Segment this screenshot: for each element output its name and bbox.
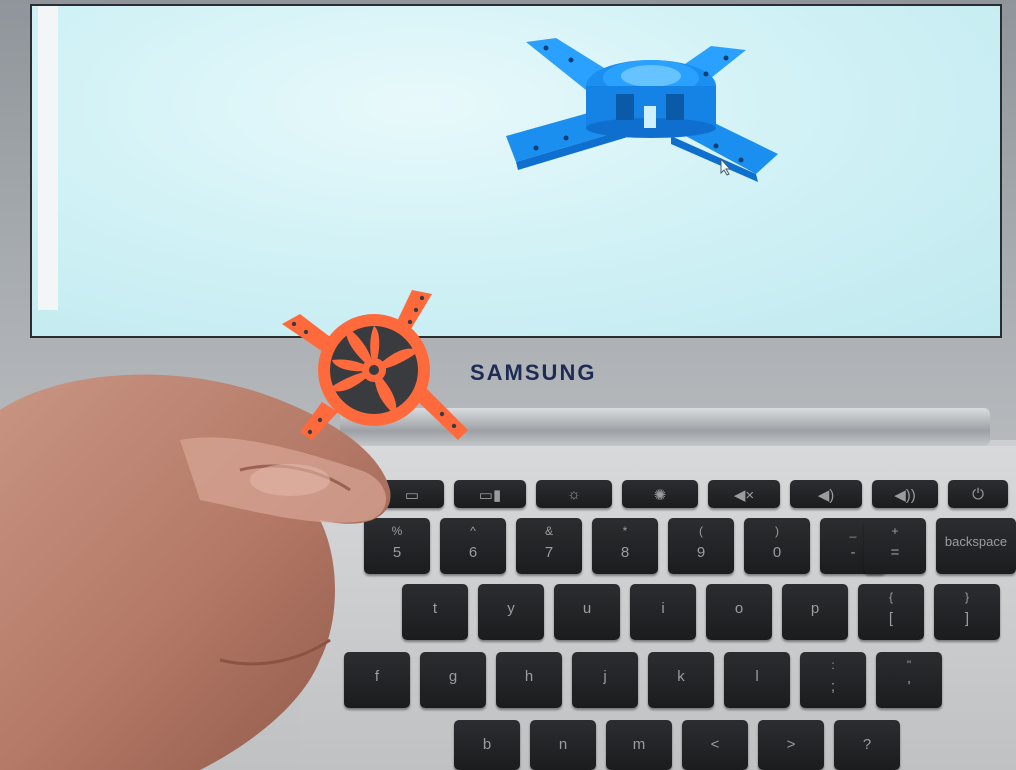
- key-y[interactable]: y: [478, 584, 544, 640]
- key-l[interactable]: l: [724, 652, 790, 708]
- backspace-key[interactable]: backspace: [936, 518, 1016, 574]
- photo: SAMSUNG ▭ ▭▮ ☼ ✺ ◀× ◀) ◀)) ⏻ % 5 ^ 6 & 7 * 8…: [0, 0, 1016, 770]
- key-h[interactable]: h: [496, 652, 562, 708]
- key-period[interactable]: >: [758, 720, 824, 770]
- fn-key[interactable]: ▭▮: [454, 480, 526, 508]
- key-n[interactable]: n: [530, 720, 596, 770]
- screen-side-panel: [38, 6, 58, 310]
- key-i[interactable]: i: [630, 584, 696, 640]
- key-left-bracket[interactable]: {[: [858, 584, 924, 640]
- key-m[interactable]: m: [606, 720, 672, 770]
- key-g[interactable]: g: [420, 652, 486, 708]
- power-icon: ⏻: [972, 486, 984, 503]
- key-8[interactable]: * 8: [592, 518, 658, 574]
- key-equals[interactable]: + =: [864, 518, 926, 574]
- key-o[interactable]: o: [706, 584, 772, 640]
- key-0[interactable]: ) 0: [744, 518, 810, 574]
- 3d-model-render[interactable]: [496, 36, 786, 186]
- volume-up-icon[interactable]: ◀)): [872, 480, 938, 508]
- key-b[interactable]: b: [454, 720, 520, 770]
- key-p[interactable]: p: [782, 584, 848, 640]
- key-u[interactable]: u: [554, 584, 620, 640]
- key-quote[interactable]: " ': [876, 652, 942, 708]
- key-k[interactable]: k: [648, 652, 714, 708]
- key-j[interactable]: j: [572, 652, 638, 708]
- key-7[interactable]: & 7: [516, 518, 582, 574]
- key-slash[interactable]: ?: [834, 720, 900, 770]
- key-6[interactable]: ^ 6: [440, 518, 506, 574]
- key-semicolon[interactable]: :;: [800, 652, 866, 708]
- key-9[interactable]: (9: [668, 518, 734, 574]
- printed-part[interactable]: [282, 284, 470, 442]
- mute-icon[interactable]: ◀×: [708, 480, 780, 508]
- power-key[interactable]: ⏻: [948, 480, 1008, 508]
- samsung-logo: SAMSUNG: [470, 360, 597, 385]
- model-hub: [586, 60, 716, 138]
- key-comma[interactable]: <: [682, 720, 748, 770]
- volume-down-icon[interactable]: ◀): [790, 480, 862, 508]
- brightness-down-icon[interactable]: ☼: [536, 480, 612, 508]
- key-right-bracket[interactable]: }]: [934, 584, 1000, 640]
- brightness-up-icon[interactable]: ✺: [622, 480, 698, 508]
- mouse-cursor-icon: [720, 158, 732, 176]
